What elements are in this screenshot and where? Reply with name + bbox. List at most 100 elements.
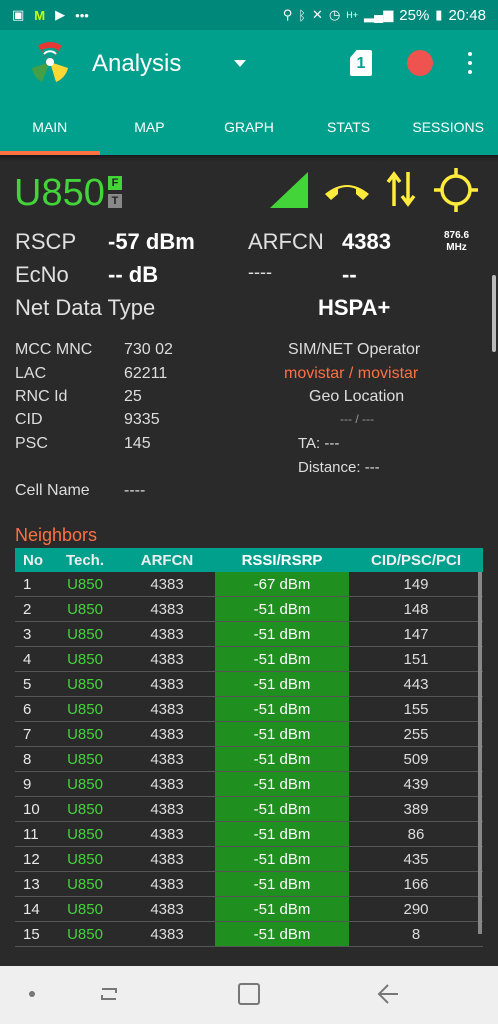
row-arfcn: 4383 (150, 600, 184, 618)
mute-icon: ✕ (312, 7, 323, 22)
tab-main[interactable]: MAIN (0, 98, 100, 155)
cell-name-label: Cell Name (15, 482, 90, 499)
battery-icon: ▮ (435, 7, 443, 22)
table-row[interactable]: 9 U850 4383 -51 dBm 439 (15, 772, 483, 797)
row-no: 5 (23, 675, 32, 693)
row-arfcn: 4383 (150, 825, 184, 843)
table-body: 1 U850 4383 -67 dBm 149 2 U850 4383 -51 dBm 148 3 U… (15, 572, 483, 947)
row-arfcn: 4383 (150, 900, 184, 918)
table-row[interactable]: 7 U850 4383 -51 dBm 255 (15, 722, 483, 747)
row-cid: 155 (403, 700, 429, 718)
overflow-menu-icon[interactable] (462, 50, 478, 76)
home-icon[interactable] (238, 983, 260, 1005)
row-tech: U850 (67, 775, 103, 793)
cid-label: CID (15, 411, 43, 428)
row-cid: 151 (403, 650, 429, 668)
back-icon[interactable] (376, 983, 400, 1005)
cid-value: 9335 (124, 411, 160, 428)
row-cid: 8 (411, 925, 421, 943)
table-row[interactable]: 1 U850 4383 -67 dBm 149 (15, 572, 483, 597)
row-cid: 509 (403, 750, 429, 768)
tab-stats[interactable]: STATS (299, 98, 399, 155)
battery-percent: 25% (399, 6, 430, 24)
blank-label: ---- (248, 262, 272, 282)
recent-apps-icon[interactable] (98, 983, 120, 1005)
badge-t: T (108, 194, 122, 208)
row-cid: 435 (403, 850, 429, 868)
row-rssi: -51 dBm (215, 722, 349, 746)
table-row[interactable]: 6 U850 4383 -51 dBm 155 (15, 697, 483, 722)
table-row[interactable]: 8 U850 4383 -51 dBm 509 (15, 747, 483, 772)
row-no: 3 (23, 625, 32, 643)
sim-slot-button[interactable]: 1 (350, 50, 372, 76)
table-row[interactable]: 13 U850 4383 -51 dBm 166 (15, 872, 483, 897)
lac-value: 62211 (124, 365, 168, 382)
nav-dot-icon[interactable] (29, 991, 35, 997)
table-row[interactable]: 4 U850 4383 -51 dBm 151 (15, 647, 483, 672)
page-scrollbar[interactable] (492, 275, 496, 352)
neighbors-table: No Tech. ARFCN RSSI/RSRP CID/PSC/PCI 1 U8… (15, 548, 483, 947)
row-cid: 290 (403, 900, 429, 918)
table-header: No Tech. ARFCN RSSI/RSRP CID/PSC/PCI (15, 548, 483, 572)
row-rssi: -51 dBm (215, 872, 349, 896)
table-row[interactable]: 2 U850 4383 -51 dBm 148 (15, 597, 483, 622)
rnc-label: RNC Id (15, 388, 68, 405)
serving-tech: U850 (14, 172, 105, 214)
arfcn-label: ARFCN (248, 229, 324, 254)
frequency-unit: MHz (446, 242, 467, 253)
gps-target-icon[interactable] (434, 168, 478, 212)
row-rssi: -51 dBm (215, 922, 349, 946)
app-logo-icon[interactable] (28, 40, 72, 84)
app-title[interactable]: Analysis (92, 50, 181, 78)
table-row[interactable]: 11 U850 4383 -51 dBm 86 (15, 822, 483, 847)
clock: 20:48 (448, 6, 486, 24)
row-arfcn: 4383 (150, 650, 184, 668)
row-tech: U850 (67, 900, 103, 918)
table-row[interactable]: 14 U850 4383 -51 dBm 290 (15, 897, 483, 922)
arfcn-value: 4383 (342, 229, 391, 254)
tab-graph[interactable]: GRAPH (199, 98, 299, 155)
distance-label: Distance: --- (298, 459, 380, 476)
row-no: 14 (23, 900, 40, 918)
row-arfcn: 4383 (150, 800, 184, 818)
row-rssi: -51 dBm (215, 597, 349, 621)
row-tech: U850 (67, 675, 103, 693)
row-tech: U850 (67, 750, 103, 768)
row-no: 7 (23, 725, 32, 743)
col-cid: CID/PSC/PCI (370, 551, 461, 569)
tab-sessions[interactable]: SESSIONS (398, 98, 498, 155)
row-no: 13 (23, 875, 40, 893)
record-button[interactable] (407, 50, 433, 76)
row-rssi: -51 dBm (215, 897, 349, 921)
table-row[interactable]: 10 U850 4383 -51 dBm 389 (15, 797, 483, 822)
row-cid: 147 (403, 625, 429, 643)
table-row[interactable]: 15 U850 4383 -51 dBm 8 (15, 922, 483, 947)
geo-location-value: --- / --- (340, 412, 374, 426)
frequency: 876.6 MHz (444, 230, 469, 254)
dropdown-arrow-icon[interactable] (234, 60, 246, 67)
row-rssi: -51 dBm (215, 647, 349, 671)
table-row[interactable]: 3 U850 4383 -51 dBm 147 (15, 622, 483, 647)
table-scrollbar[interactable] (478, 572, 482, 934)
table-row[interactable]: 5 U850 4383 -51 dBm 443 (15, 672, 483, 697)
ecno-value: -- dB (108, 262, 159, 287)
app-bar: Analysis 1 (0, 30, 498, 98)
ta-label: TA: --- (298, 435, 340, 452)
row-rssi: -51 dBm (215, 622, 349, 646)
row-no: 15 (23, 925, 40, 943)
row-rssi: -51 dBm (215, 697, 349, 721)
bluetooth-icon: ᛒ (298, 7, 307, 23)
row-arfcn: 4383 (150, 725, 184, 743)
row-arfcn: 4383 (150, 575, 184, 593)
alarm-icon: ◷ (328, 7, 341, 22)
row-cid: 148 (403, 600, 429, 618)
lac-label: LAC (15, 365, 47, 382)
table-row[interactable]: 12 U850 4383 -51 dBm 435 (15, 847, 483, 872)
rscp-label: RSCP (15, 229, 77, 254)
row-tech: U850 (67, 875, 103, 893)
tab-map[interactable]: MAP (100, 98, 200, 155)
row-cid: 86 (407, 825, 425, 843)
net-data-type-value: HSPA+ (318, 295, 391, 320)
row-tech: U850 (67, 850, 103, 868)
tab-bar: MAIN MAP GRAPH STATS SESSIONS (0, 98, 498, 155)
